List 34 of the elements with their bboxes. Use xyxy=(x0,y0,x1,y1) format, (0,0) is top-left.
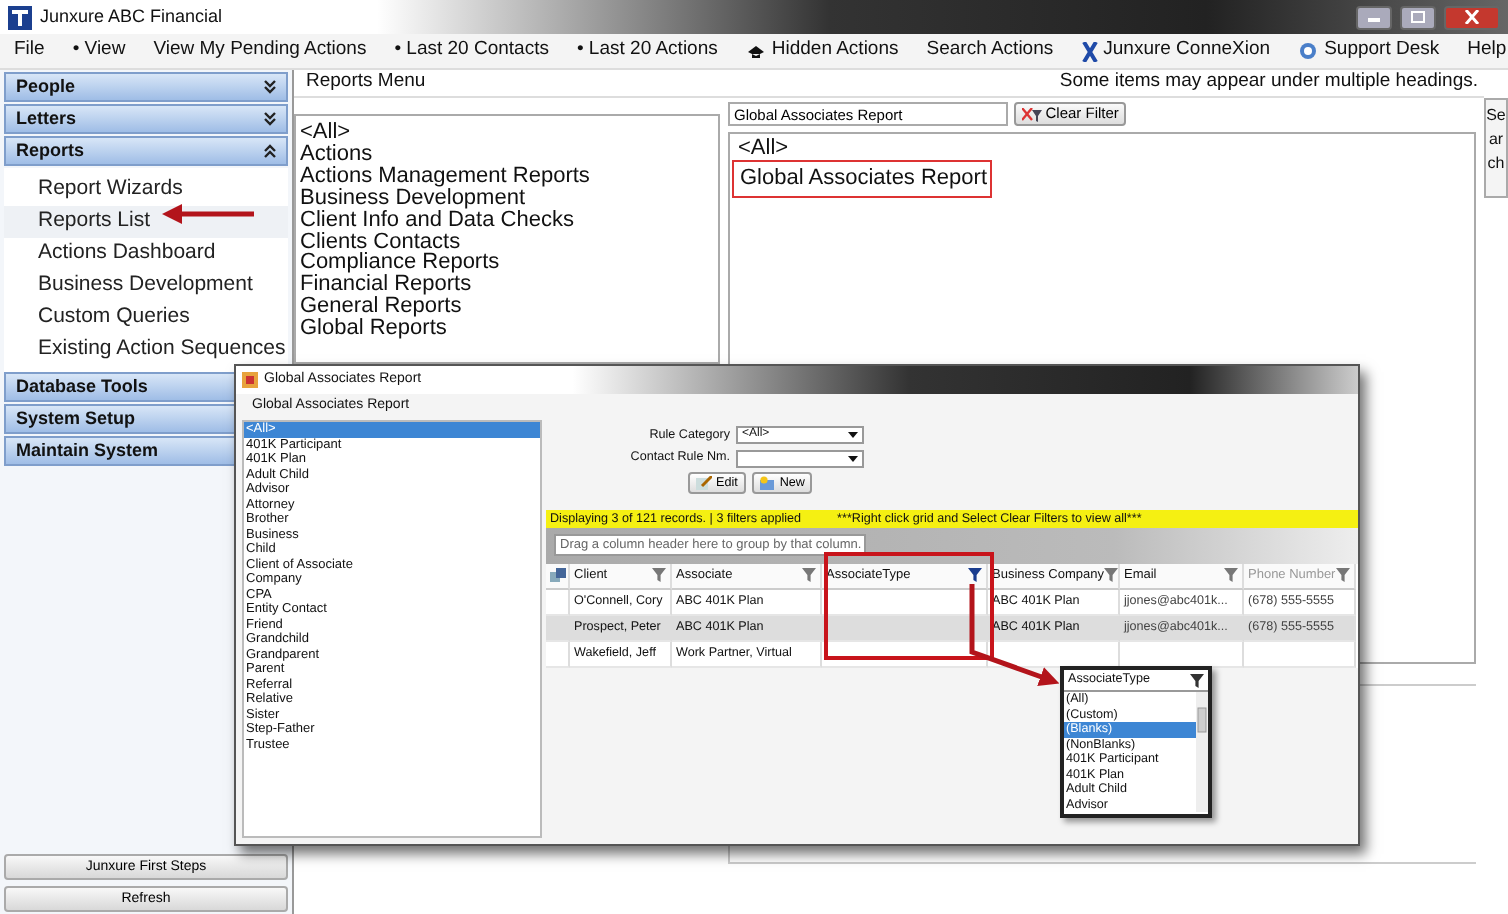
sidebar-item[interactable]: Report Wizards xyxy=(4,174,288,206)
sidebar-section-header[interactable]: Letters xyxy=(4,104,288,134)
search-side-tab[interactable]: Search xyxy=(1484,98,1508,198)
toolbar-title: Reports Menu xyxy=(306,68,426,97)
sidebar-item[interactable]: Actions Dashboard xyxy=(4,238,288,270)
sidebar-item[interactable]: Custom Queries xyxy=(4,302,288,334)
list-item[interactable]: General Reports xyxy=(300,296,714,319)
sidebar-item[interactable]: Reports List xyxy=(4,206,288,238)
sidebar-item[interactable]: Existing Action Sequences xyxy=(4,334,288,366)
list-item[interactable]: Clients Contacts xyxy=(300,231,714,253)
toolbar-note: Some items may appear under multiple headings. xyxy=(1059,68,1478,97)
list-item[interactable]: Global Reports xyxy=(300,318,714,341)
menu-item[interactable]: View My Pending Actions xyxy=(139,36,381,66)
list-item[interactable]: Compliance Reports xyxy=(300,252,714,275)
window-title: Junxure ABC Financial xyxy=(40,3,223,30)
menu-item[interactable]: • Last 20 Actions xyxy=(562,36,732,66)
sidebar-section-header[interactable]: Reports xyxy=(4,136,288,166)
menu-item[interactable]: • Last 20 Contacts xyxy=(380,36,563,66)
list-item[interactable]: <All> xyxy=(300,122,714,144)
list-item[interactable]: Financial Reports xyxy=(300,274,714,297)
menu-item[interactable]: Search Actions xyxy=(912,36,1068,66)
menu-item[interactable]: File xyxy=(0,36,59,66)
list-item[interactable]: Actions Management Reports xyxy=(300,165,714,188)
menu-item[interactable]: Support Desk xyxy=(1284,36,1454,66)
list-item[interactable]: <All> xyxy=(738,138,1466,160)
list-item[interactable]: Actions xyxy=(300,143,714,166)
sidebar-section-header[interactable]: People xyxy=(4,72,288,102)
list-item[interactable]: Client Info and Data Checks xyxy=(300,209,714,232)
menu-item[interactable]: Help xyxy=(1453,36,1508,66)
list-item[interactable]: Business Development xyxy=(300,187,714,210)
menu-item[interactable]: Junxure ConneXion xyxy=(1067,36,1285,66)
menu-item[interactable]: Hidden Actions xyxy=(731,36,913,66)
sidebar-item[interactable]: Business Development xyxy=(4,270,288,302)
menu-item[interactable]: • View xyxy=(58,36,140,66)
